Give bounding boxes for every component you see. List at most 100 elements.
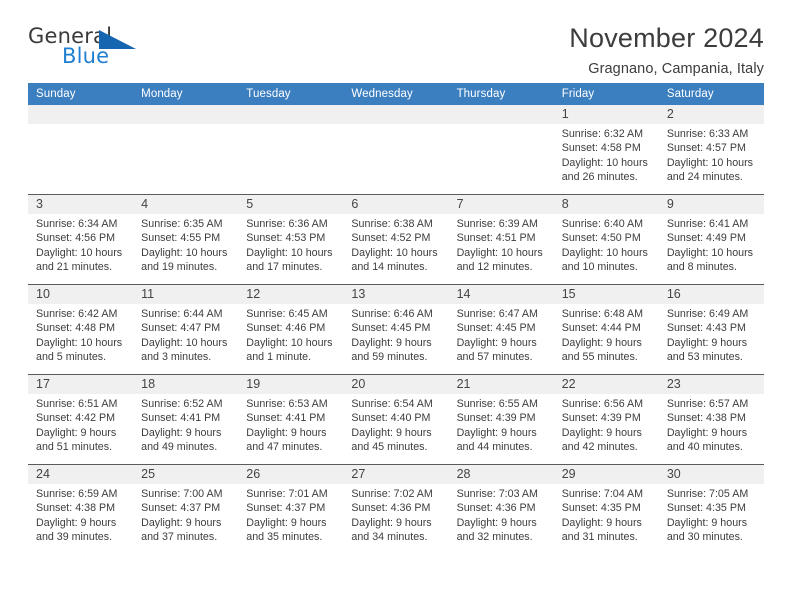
calendar-day-cell-empty	[343, 105, 449, 194]
day-details: Sunrise: 6:48 AM Sunset: 4:44 PM Daylight:…	[554, 304, 659, 364]
calendar-day-cell[interactable]: 21 Sunrise: 6:55 AM Sunset: 4:39 PM Dayligh…	[448, 375, 554, 464]
calendar-day-cell[interactable]: 23 Sunrise: 6:57 AM Sunset: 4:38 PM Dayligh…	[658, 375, 764, 464]
sunset-text: Sunset: 4:45 PM	[351, 322, 431, 335]
calendar-day-cell[interactable]: 16 Sunrise: 6:49 AM Sunset: 4:43 PM Dayligh…	[658, 285, 764, 374]
calendar-day-cell[interactable]: 22 Sunrise: 6:56 AM Sunset: 4:39 PM Dayligh…	[553, 375, 659, 464]
calendar-day-cell[interactable]: 1 Sunrise: 6:32 AM Sunset: 4:58 PM Daylight…	[553, 105, 659, 194]
day-number: 3	[36, 197, 43, 211]
daylight-text: Daylight: 10 hours and 21 minutes.	[36, 246, 123, 273]
sunset-text: Sunset: 4:36 PM	[456, 502, 536, 515]
calendar-day-cell[interactable]: 5 Sunrise: 6:36 AM Sunset: 4:53 PM Daylight…	[238, 195, 344, 284]
calendar-day-cell[interactable]: 28 Sunrise: 7:03 AM Sunset: 4:36 PM Dayligh…	[448, 465, 554, 554]
day-number: 10	[36, 287, 50, 301]
sunrise-text: Sunrise: 6:44 AM	[141, 308, 223, 320]
sunset-text: Sunset: 4:58 PM	[561, 142, 641, 155]
daylight-text: Daylight: 10 hours and 3 minutes.	[141, 336, 228, 363]
day-details: Sunrise: 6:38 AM Sunset: 4:52 PM Daylight:…	[343, 214, 448, 274]
day-number-strip: 17	[28, 375, 134, 394]
calendar-week-row: 1 Sunrise: 6:32 AM Sunset: 4:58 PM Daylight…	[28, 105, 764, 194]
day-details: Sunrise: 6:41 AM Sunset: 4:49 PM Daylight:…	[659, 214, 764, 274]
daylight-text: Daylight: 10 hours and 12 minutes.	[456, 246, 543, 273]
calendar-day-cell[interactable]: 24 Sunrise: 6:59 AM Sunset: 4:38 PM Dayligh…	[28, 465, 134, 554]
calendar-day-cell[interactable]: 19 Sunrise: 6:53 AM Sunset: 4:41 PM Dayligh…	[238, 375, 344, 464]
calendar-week-row: 24 Sunrise: 6:59 AM Sunset: 4:38 PM Dayligh…	[28, 464, 764, 554]
day-details: Sunrise: 6:39 AM Sunset: 4:51 PM Daylight:…	[449, 214, 554, 274]
calendar-day-cell[interactable]: 18 Sunrise: 6:52 AM Sunset: 4:41 PM Dayligh…	[133, 375, 239, 464]
calendar-day-cell[interactable]: 15 Sunrise: 6:48 AM Sunset: 4:44 PM Dayligh…	[553, 285, 659, 374]
sunset-text: Sunset: 4:56 PM	[36, 232, 116, 245]
day-number-strip: 6	[343, 195, 449, 214]
sunset-text: Sunset: 4:57 PM	[666, 142, 746, 155]
daylight-text: Daylight: 9 hours and 47 minutes.	[246, 426, 327, 453]
sunrise-text: Sunrise: 6:35 AM	[141, 218, 223, 230]
daylight-text: Daylight: 9 hours and 45 minutes.	[351, 426, 432, 453]
sunset-text: Sunset: 4:41 PM	[246, 412, 326, 425]
sunset-text: Sunset: 4:43 PM	[666, 322, 746, 335]
sunset-text: Sunset: 4:39 PM	[456, 412, 536, 425]
sunset-text: Sunset: 4:48 PM	[36, 322, 116, 335]
calendar-day-cell[interactable]: 3 Sunrise: 6:34 AM Sunset: 4:56 PM Daylight…	[28, 195, 134, 284]
calendar-day-cell[interactable]: 25 Sunrise: 7:00 AM Sunset: 4:37 PM Dayligh…	[133, 465, 239, 554]
calendar-day-cell[interactable]: 14 Sunrise: 6:47 AM Sunset: 4:45 PM Dayligh…	[448, 285, 554, 374]
sunrise-text: Sunrise: 6:34 AM	[36, 218, 118, 230]
day-number-strip: 3	[28, 195, 134, 214]
day-number-strip: 20	[343, 375, 449, 394]
weekday-monday: Monday	[141, 88, 183, 100]
day-details: Sunrise: 6:36 AM Sunset: 4:53 PM Daylight:…	[238, 214, 343, 274]
day-number: 11	[141, 287, 155, 301]
day-number: 12	[246, 287, 261, 301]
daylight-text: Daylight: 10 hours and 5 minutes.	[36, 336, 123, 363]
calendar-day-cell[interactable]: 2 Sunrise: 6:33 AM Sunset: 4:57 PM Daylight…	[658, 105, 764, 194]
day-number-strip: 29	[553, 465, 659, 484]
daylight-text: Daylight: 9 hours and 53 minutes.	[666, 336, 748, 363]
day-number: 2	[666, 107, 674, 121]
calendar-day-cell[interactable]: 27 Sunrise: 7:02 AM Sunset: 4:36 PM Dayligh…	[343, 465, 449, 554]
sunset-text: Sunset: 4:53 PM	[246, 232, 326, 245]
sunset-text: Sunset: 4:35 PM	[666, 502, 746, 515]
calendar-day-cell[interactable]: 13 Sunrise: 6:46 AM Sunset: 4:45 PM Dayligh…	[343, 285, 449, 374]
day-number-strip: 12	[238, 285, 344, 304]
day-details: Sunrise: 6:59 AM Sunset: 4:38 PM Daylight:…	[28, 484, 133, 544]
day-details: Sunrise: 6:49 AM Sunset: 4:43 PM Daylight:…	[659, 304, 764, 364]
general-blue-logo[interactable]: General Blue	[28, 24, 143, 70]
calendar-day-cell[interactable]: 4 Sunrise: 6:35 AM Sunset: 4:55 PM Daylight…	[133, 195, 239, 284]
calendar-day-cell[interactable]: 6 Sunrise: 6:38 AM Sunset: 4:52 PM Daylight…	[343, 195, 449, 284]
calendar-day-cell[interactable]: 12 Sunrise: 6:45 AM Sunset: 4:46 PM Dayligh…	[238, 285, 344, 374]
daylight-text: Daylight: 9 hours and 44 minutes.	[456, 426, 537, 453]
calendar-day-cell[interactable]: 11 Sunrise: 6:44 AM Sunset: 4:47 PM Dayligh…	[133, 285, 239, 374]
day-details: Sunrise: 6:45 AM Sunset: 4:46 PM Daylight:…	[238, 304, 343, 364]
weekday-sunday: Sunday	[36, 88, 76, 100]
day-details: Sunrise: 6:40 AM Sunset: 4:50 PM Daylight:…	[554, 214, 659, 274]
daylight-text: Daylight: 9 hours and 49 minutes.	[141, 426, 222, 453]
day-number-strip: 1	[553, 105, 659, 124]
calendar-day-cell[interactable]: 26 Sunrise: 7:01 AM Sunset: 4:37 PM Dayligh…	[238, 465, 344, 554]
calendar-day-cell[interactable]: 7 Sunrise: 6:39 AM Sunset: 4:51 PM Daylight…	[448, 195, 554, 284]
day-number-strip	[133, 105, 239, 124]
calendar-day-cell[interactable]: 30 Sunrise: 7:05 AM Sunset: 4:35 PM Dayligh…	[658, 465, 764, 554]
calendar-day-cell[interactable]: 9 Sunrise: 6:41 AM Sunset: 4:49 PM Daylight…	[658, 195, 764, 284]
calendar-day-cell[interactable]: 8 Sunrise: 6:40 AM Sunset: 4:50 PM Daylight…	[553, 195, 659, 284]
day-number: 8	[561, 197, 569, 211]
day-number-strip: 2	[658, 105, 764, 124]
day-number-strip: 19	[238, 375, 344, 394]
sunrise-text: Sunrise: 6:40 AM	[561, 218, 644, 230]
day-number-strip: 21	[448, 375, 554, 394]
daylight-text: Daylight: 10 hours and 10 minutes.	[561, 246, 648, 273]
day-details: Sunrise: 7:03 AM Sunset: 4:36 PM Daylight:…	[449, 484, 554, 544]
day-details: Sunrise: 7:00 AM Sunset: 4:37 PM Daylight:…	[133, 484, 238, 544]
day-number: 27	[351, 467, 366, 481]
day-number: 20	[351, 377, 366, 391]
sunrise-text: Sunrise: 6:33 AM	[666, 128, 749, 140]
day-number-strip	[448, 105, 554, 124]
day-details: Sunrise: 6:32 AM Sunset: 4:58 PM Daylight:…	[554, 124, 659, 184]
day-details: Sunrise: 6:57 AM Sunset: 4:38 PM Daylight:…	[659, 394, 764, 454]
daylight-text: Daylight: 10 hours and 26 minutes.	[561, 156, 648, 183]
sunrise-text: Sunrise: 6:56 AM	[561, 398, 644, 410]
calendar-day-cell[interactable]: 10 Sunrise: 6:42 AM Sunset: 4:48 PM Dayligh…	[28, 285, 134, 374]
calendar-day-cell[interactable]: 20 Sunrise: 6:54 AM Sunset: 4:40 PM Dayligh…	[343, 375, 449, 464]
day-number-strip: 28	[448, 465, 554, 484]
calendar-day-cell[interactable]: 29 Sunrise: 7:04 AM Sunset: 4:35 PM Dayligh…	[553, 465, 659, 554]
sunset-text: Sunset: 4:49 PM	[666, 232, 746, 245]
calendar-day-cell[interactable]: 17 Sunrise: 6:51 AM Sunset: 4:42 PM Dayligh…	[28, 375, 134, 464]
sunrise-text: Sunrise: 6:36 AM	[246, 218, 328, 230]
